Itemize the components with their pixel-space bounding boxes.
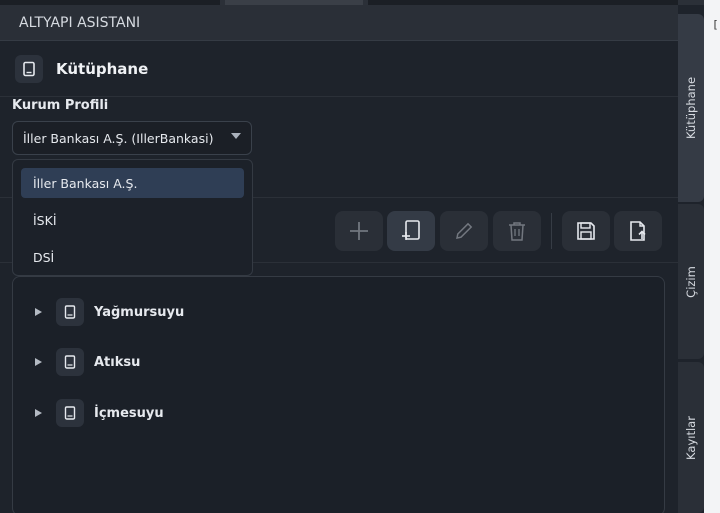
profile-option-label: İller Bankası A.Ş. <box>33 175 138 191</box>
book-icon <box>56 298 84 326</box>
tree-node-label: Yağmursuyu <box>94 304 185 320</box>
tab-label: Çizim <box>684 265 699 298</box>
section-title: Kütüphane <box>56 59 149 78</box>
toolbar-separator <box>551 213 552 249</box>
profile-select[interactable]: İller Bankası A.Ş. (IllerBankasi) <box>12 121 252 155</box>
book-icon <box>15 54 43 83</box>
tab-kayitlar[interactable]: Kayıtlar <box>678 362 704 513</box>
save-icon <box>577 222 595 240</box>
expand-arrow-icon[interactable] <box>35 308 42 316</box>
book-icon <box>56 348 84 376</box>
tree-node[interactable]: Atıksu <box>35 346 140 378</box>
save-button[interactable] <box>562 211 610 251</box>
expand-arrow-icon[interactable] <box>35 409 42 417</box>
profile-label: Kurum Profili <box>12 98 109 113</box>
add-document-icon <box>402 220 420 240</box>
profile-option[interactable]: DSİ <box>21 242 244 272</box>
library-section-header: Kütüphane <box>0 41 678 97</box>
adjacent-window-edge: [ <box>704 0 720 513</box>
library-tree: Yağmursuyu Atıksu İçmesuyu <box>12 276 665 513</box>
tab-label: Kütüphane <box>684 76 698 140</box>
edit-icon <box>456 222 473 239</box>
delete-icon <box>509 222 525 241</box>
edge-text: [ <box>712 18 719 31</box>
panel-header: ALTYAPI ASISTANI <box>0 5 678 41</box>
profile-option-label: İSKİ <box>33 212 57 228</box>
add-document-button[interactable] <box>387 211 435 251</box>
profile-option[interactable]: İSKİ <box>21 205 244 235</box>
delete-button[interactable] <box>493 211 541 251</box>
tab-cizim[interactable]: Çizim <box>678 204 704 359</box>
app-title: ALTYAPI ASISTANI <box>19 14 141 31</box>
edit-button[interactable] <box>440 211 488 251</box>
tree-node-label: İçmesuyu <box>94 405 164 421</box>
export-button[interactable] <box>614 211 662 251</box>
profile-option[interactable]: İller Bankası A.Ş. <box>21 168 244 198</box>
tree-node-label: Atıksu <box>94 354 141 370</box>
tree-node[interactable]: İçmesuyu <box>35 397 164 429</box>
tree-node[interactable]: Yağmursuyu <box>35 296 184 328</box>
profile-option-label: DSİ <box>33 249 55 265</box>
profile-select-value: İller Bankası A.Ş. (IllerBankasi) <box>23 130 214 146</box>
tab-kutuphane[interactable]: Kütüphane <box>678 14 704 202</box>
export-icon <box>630 221 646 241</box>
chevron-down-icon <box>231 133 241 139</box>
tab-label: Kayıtlar <box>684 415 698 460</box>
book-icon <box>56 399 84 427</box>
add-button[interactable] <box>335 211 383 251</box>
expand-arrow-icon[interactable] <box>35 358 42 366</box>
profile-dropdown: İller Bankası A.Ş. İSKİ DSİ <box>12 159 253 276</box>
add-icon <box>350 222 368 240</box>
